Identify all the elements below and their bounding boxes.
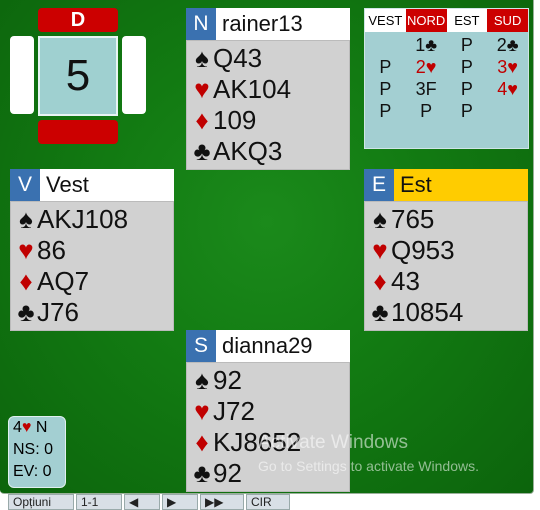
bid: 2♣ xyxy=(496,35,519,55)
east-player-name[interactable]: Est xyxy=(394,172,432,198)
south-vulnerability-bar xyxy=(38,120,118,144)
diamond-icon: ♦ xyxy=(373,266,387,296)
contract-score-box: 4♥ N NS: 0 EV: 0 xyxy=(8,416,66,488)
east-hand: E Est ♠ 765 ♥ Q953 ♦ 43 ♣10854 xyxy=(364,169,528,331)
bridge-table: D 5 N rainer13 ♠ Q43 ♥ AK104 ♦ 109 ♣AKQ3 VE… xyxy=(0,0,534,494)
spade-icon: ♠ xyxy=(19,204,33,234)
east-header: E Est xyxy=(364,169,528,201)
options-button[interactable]: Opțiuni xyxy=(8,494,74,510)
bid: P xyxy=(379,101,392,121)
bid xyxy=(487,100,528,122)
north-seat-label: N xyxy=(186,8,216,40)
west-diamonds: ♦ AQ7 xyxy=(15,266,169,297)
club-icon: ♣ xyxy=(193,136,211,166)
bid: P xyxy=(460,57,473,77)
heart-icon: ♥ xyxy=(194,74,210,104)
bid-header-south: SUD xyxy=(487,9,528,32)
west-hand: V Vest ♠ AKJ108 ♥ 86 ♦ AQ7 ♣J76 xyxy=(10,169,174,331)
west-vulnerability-bar xyxy=(10,36,34,114)
board-indicator: D 5 xyxy=(8,8,148,144)
east-cards: ♠ 765 ♥ Q953 ♦ 43 ♣10854 xyxy=(364,201,528,331)
diamond-icon: ♦ xyxy=(195,427,209,457)
ev-score: EV: 0 xyxy=(13,463,52,480)
spade-icon: ♠ xyxy=(195,43,209,73)
bid-header-east: EST xyxy=(446,9,488,32)
north-diamonds: ♦ 109 xyxy=(191,105,345,136)
south-player-name[interactable]: dianna29 xyxy=(216,333,313,359)
bid: P xyxy=(460,79,473,99)
bid: 3♥ xyxy=(497,57,518,77)
bidding-header: VEST NORD EST SUD xyxy=(365,9,528,32)
west-cards: ♠ AKJ108 ♥ 86 ♦ AQ7 ♣J76 xyxy=(10,201,174,331)
ns-score: NS: 0 xyxy=(13,441,54,458)
bid: 3F xyxy=(415,79,437,99)
end-button[interactable]: ▶▶ xyxy=(200,494,244,510)
heart-icon: ♥ xyxy=(18,235,34,265)
trick-counter: 1-1 xyxy=(76,494,122,510)
board-number: 5 xyxy=(38,36,118,116)
north-cards: ♠ Q43 ♥ AK104 ♦ 109 ♣AKQ3 xyxy=(186,40,350,170)
heart-icon: ♥ xyxy=(21,419,32,436)
bid-grid: 1♣ P 2♣ P 2♥ P 3♥ P 3F P 4♥ P P P xyxy=(365,32,528,122)
south-hearts: ♥ J72 xyxy=(191,396,345,427)
east-diamonds: ♦ 43 xyxy=(369,266,523,297)
next-button[interactable]: ▶ xyxy=(162,494,198,510)
bid: P xyxy=(420,101,433,121)
north-clubs: ♣AKQ3 xyxy=(191,136,345,167)
bid: P xyxy=(379,79,392,99)
bid-header-west: VEST xyxy=(365,9,406,32)
west-hearts: ♥ 86 xyxy=(15,235,169,266)
west-clubs: ♣J76 xyxy=(15,297,169,328)
west-spades: ♠ AKJ108 xyxy=(15,204,169,235)
diamond-icon: ♦ xyxy=(195,105,209,135)
bid: 1♣ xyxy=(415,35,438,55)
east-spades: ♠ 765 xyxy=(369,204,523,235)
south-spades: ♠ 92 xyxy=(191,365,345,396)
dealer-marker: D xyxy=(38,8,118,32)
bid: 4♥ xyxy=(497,79,518,99)
heart-icon: ♥ xyxy=(372,235,388,265)
prev-button[interactable]: ◀ xyxy=(124,494,160,510)
bid: P xyxy=(379,57,392,77)
club-icon: ♣ xyxy=(193,458,211,488)
east-vulnerability-bar xyxy=(122,36,146,114)
bottom-toolbar: Opțiuni 1-1 ◀ ▶ ▶▶ CIR xyxy=(0,494,540,510)
north-hand: N rainer13 ♠ Q43 ♥ AK104 ♦ 109 ♣AKQ3 xyxy=(186,8,350,170)
activation-watermark-subtitle: Go to Settings to activate Windows. xyxy=(258,458,479,474)
bid: P xyxy=(460,35,473,55)
spade-icon: ♠ xyxy=(373,204,387,234)
north-spades: ♠ Q43 xyxy=(191,43,345,74)
bid xyxy=(365,34,406,56)
bidding-box: VEST NORD EST SUD 1♣ P 2♣ P 2♥ P 3♥ P 3F… xyxy=(364,8,529,149)
west-seat-label: V xyxy=(10,169,40,201)
heart-icon: ♥ xyxy=(194,396,210,426)
bid-header-north: NORD xyxy=(405,9,447,32)
west-player-name[interactable]: Vest xyxy=(40,172,89,198)
spade-icon: ♠ xyxy=(195,365,209,395)
bid: 2♥ xyxy=(415,57,437,77)
south-seat-label: S xyxy=(186,330,216,362)
bid: P xyxy=(460,101,473,121)
west-header: V Vest xyxy=(10,169,174,201)
club-icon: ♣ xyxy=(17,297,35,327)
east-clubs: ♣10854 xyxy=(369,297,523,328)
east-hearts: ♥ Q953 xyxy=(369,235,523,266)
east-seat-label: E xyxy=(364,169,394,201)
north-hearts: ♥ AK104 xyxy=(191,74,345,105)
cir-button[interactable]: CIR xyxy=(246,494,290,510)
south-header: S dianna29 xyxy=(186,330,350,362)
club-icon: ♣ xyxy=(371,297,389,327)
north-player-name[interactable]: rainer13 xyxy=(216,11,303,37)
diamond-icon: ♦ xyxy=(19,266,33,296)
north-header: N rainer13 xyxy=(186,8,350,40)
activation-watermark-title: Activate Windows xyxy=(258,432,408,453)
contract: 4♥ N xyxy=(13,419,48,436)
